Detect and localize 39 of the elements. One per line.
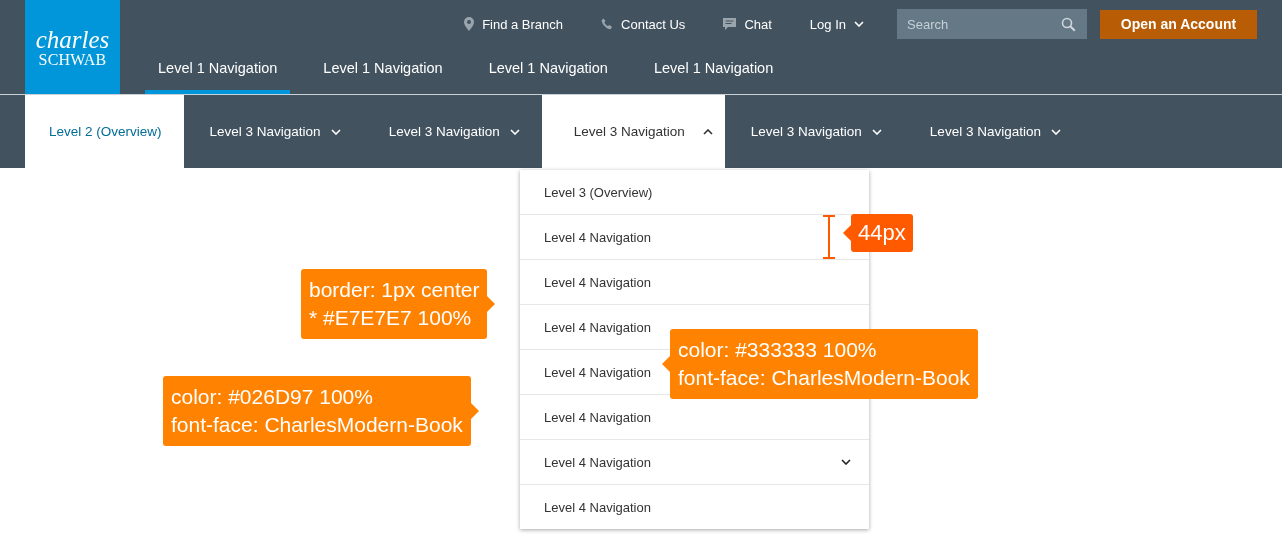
menu-item[interactable]: Level 4 Navigation bbox=[520, 484, 869, 529]
utility-link[interactable]: Contact Us bbox=[601, 16, 686, 32]
chevron-down-icon bbox=[1050, 128, 1061, 135]
chevron-up-icon bbox=[702, 128, 713, 135]
menu-item[interactable]: Level 4 Navigation bbox=[520, 259, 869, 304]
map-pin-icon bbox=[464, 17, 475, 31]
callout-pointer-icon bbox=[843, 225, 851, 241]
chevron-down-icon bbox=[854, 21, 864, 27]
subnav-tab[interactable]: Level 3 Navigation bbox=[724, 95, 904, 168]
menu-item[interactable]: Level 4 Navigation bbox=[520, 439, 869, 484]
subnav-tab[interactable]: Level 2 (Overview) bbox=[25, 95, 184, 168]
nav-tab[interactable]: Level 1 Navigation bbox=[475, 48, 621, 94]
subnav-tab[interactable]: Level 3 Navigation bbox=[903, 95, 1083, 168]
nav-tab[interactable]: Level 1 Navigation bbox=[640, 48, 787, 94]
chevron-down-icon bbox=[871, 128, 882, 135]
annotation-tooltip: color: #026D97 100% font-face: CharlesModern-Book bbox=[163, 376, 471, 446]
annotation-tooltip: color: #333333 100% font-face: CharlesModern-Book bbox=[670, 329, 978, 399]
callout-pointer-icon bbox=[487, 296, 496, 312]
annotation-tooltip: border: 1px center * #E7E7E7 100% bbox=[301, 269, 488, 339]
chevron-down-icon bbox=[330, 128, 341, 135]
subnav-tab[interactable]: Level 3 Navigation bbox=[362, 95, 542, 168]
utility-link[interactable]: Chat bbox=[723, 16, 772, 32]
chevron-down-icon bbox=[841, 459, 851, 465]
utility-link[interactable]: Find a Branch bbox=[464, 16, 564, 32]
callout-pointer-icon bbox=[470, 403, 479, 419]
measurement-tooltip: 44px bbox=[851, 214, 913, 252]
chevron-down-icon bbox=[509, 128, 520, 135]
phone-icon bbox=[601, 18, 614, 30]
subnav-tab[interactable]: Level 3 Navigation bbox=[541, 95, 725, 168]
chat-icon bbox=[723, 17, 737, 31]
nav-tab[interactable]: Level 1 Navigation bbox=[310, 48, 456, 94]
utility-link[interactable]: Log In bbox=[809, 16, 864, 32]
search-icon bbox=[1061, 17, 1076, 32]
height-marker bbox=[822, 215, 836, 259]
callout-pointer-icon bbox=[662, 356, 670, 372]
search-field[interactable]: Search bbox=[897, 9, 1087, 39]
menu-item[interactable]: Level 3 (Overview) bbox=[520, 170, 869, 214]
subnav-tab[interactable]: Level 3 Navigation bbox=[183, 95, 363, 168]
open-account-button[interactable]: Open an Account bbox=[1100, 9, 1257, 39]
